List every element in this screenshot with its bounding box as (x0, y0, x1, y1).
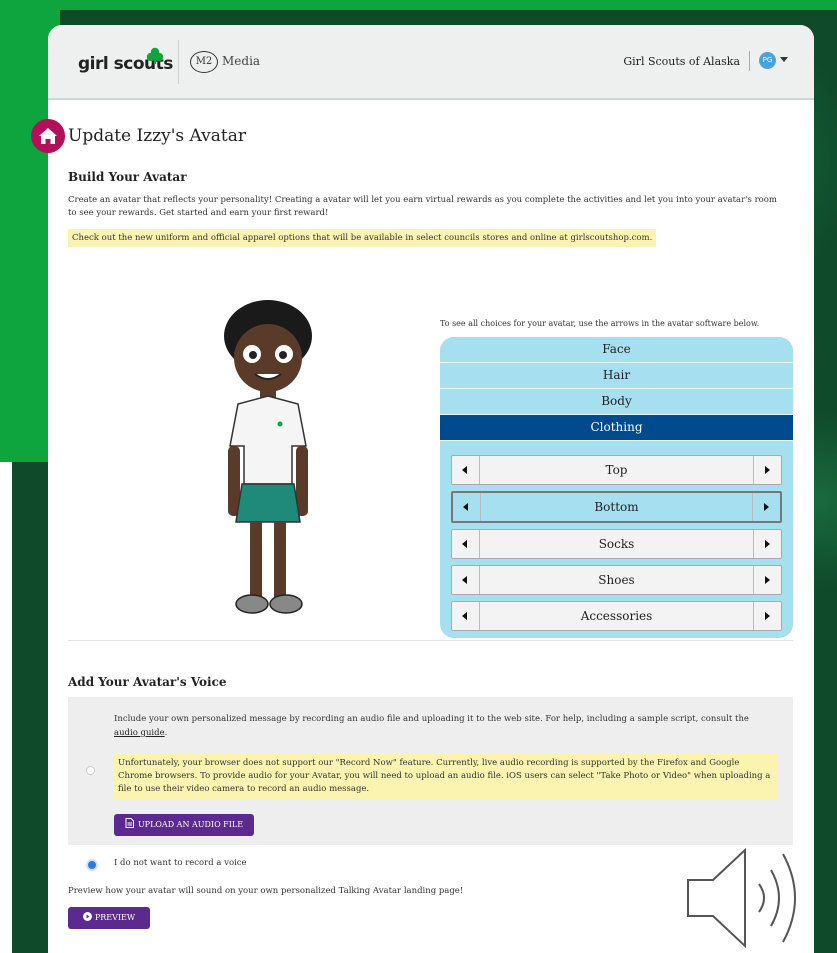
trefoil-icon (146, 47, 164, 64)
arrow-left-icon[interactable] (452, 530, 480, 558)
tab-body[interactable]: Body (440, 389, 793, 415)
header-divider (178, 40, 179, 84)
preview-button[interactable]: PREVIEW (68, 907, 150, 929)
arrow-left-icon[interactable] (452, 456, 480, 484)
option-label: Top (605, 463, 628, 477)
preview-text: Preview how your avatar will sound on yo… (68, 886, 464, 896)
avatar-figure (224, 300, 312, 614)
no-voice-label[interactable]: I do not want to record a voice (114, 858, 247, 868)
section-divider (68, 640, 793, 641)
file-icon (125, 818, 134, 828)
tab-face[interactable]: Face (440, 337, 793, 363)
tab-clothing[interactable]: Clothing (440, 415, 793, 441)
background-edge (0, 462, 12, 953)
option-label: Shoes (598, 573, 635, 587)
option-list: Top Bottom Socks Shoes Accessories (451, 455, 782, 637)
arrow-right-icon[interactable] (753, 530, 781, 558)
browser-warning: Unfortunately, your browser does not sup… (114, 753, 778, 800)
arrow-left-icon[interactable] (452, 566, 480, 594)
arrow-left-icon[interactable] (453, 493, 481, 521)
option-label: Bottom (594, 500, 639, 514)
header-divider (749, 51, 750, 71)
arrow-right-icon[interactable] (753, 602, 781, 630)
no-voice-radio[interactable] (86, 859, 98, 871)
option-accessories[interactable]: Accessories (451, 601, 782, 631)
speaker-icon[interactable] (683, 844, 823, 952)
home-icon[interactable] (31, 119, 65, 153)
apparel-notice: Check out the new uniform and official a… (68, 229, 657, 247)
upload-audio-button[interactable]: UPLOAD AN AUDIO FILE (114, 814, 254, 836)
arrow-right-icon[interactable] (753, 456, 781, 484)
user-avatar[interactable]: PG (759, 52, 776, 69)
arrow-right-icon[interactable] (752, 493, 780, 521)
arrow-right-icon[interactable] (753, 566, 781, 594)
option-shoes[interactable]: Shoes (451, 565, 782, 595)
preview-label: PREVIEW (94, 913, 136, 922)
voice-heading: Add Your Avatar's Voice (68, 675, 227, 689)
voice-intro-text: Include your own personalized message by… (114, 714, 749, 724)
m2-logo: M2 (190, 51, 218, 73)
tab-hair[interactable]: Hair (440, 363, 793, 389)
audio-guide-link[interactable]: audio guide (114, 728, 165, 738)
option-bottom[interactable]: Bottom (451, 491, 782, 523)
option-socks[interactable]: Socks (451, 529, 782, 559)
choices-hint: To see all choices for your avatar, use … (440, 319, 760, 328)
arrow-left-icon[interactable] (452, 602, 480, 630)
build-heading: Build Your Avatar (68, 170, 187, 184)
avatar-picker: Face Hair Body Clothing Top Bottom Socks (440, 337, 793, 638)
option-top[interactable]: Top (451, 455, 782, 485)
council-name: Girl Scouts of Alaska (623, 55, 740, 68)
chevron-down-icon[interactable] (780, 57, 788, 62)
option-label: Socks (598, 537, 635, 551)
play-icon (82, 912, 92, 921)
option-label: Accessories (580, 609, 653, 623)
voice-options-box: Include your own personalized message by… (68, 697, 793, 845)
record-radio[interactable] (86, 766, 95, 775)
background-stripe (0, 0, 837, 10)
page-title: Update Izzy's Avatar (68, 126, 246, 146)
media-label[interactable]: Media (222, 54, 260, 68)
build-intro: Create an avatar that reflects your pers… (68, 195, 777, 218)
top-bar: girl scouts M2 Media Girl Scouts of Alas… (48, 25, 814, 100)
voice-intro: Include your own personalized message by… (114, 714, 749, 738)
upload-audio-label: UPLOAD AN AUDIO FILE (137, 820, 244, 829)
